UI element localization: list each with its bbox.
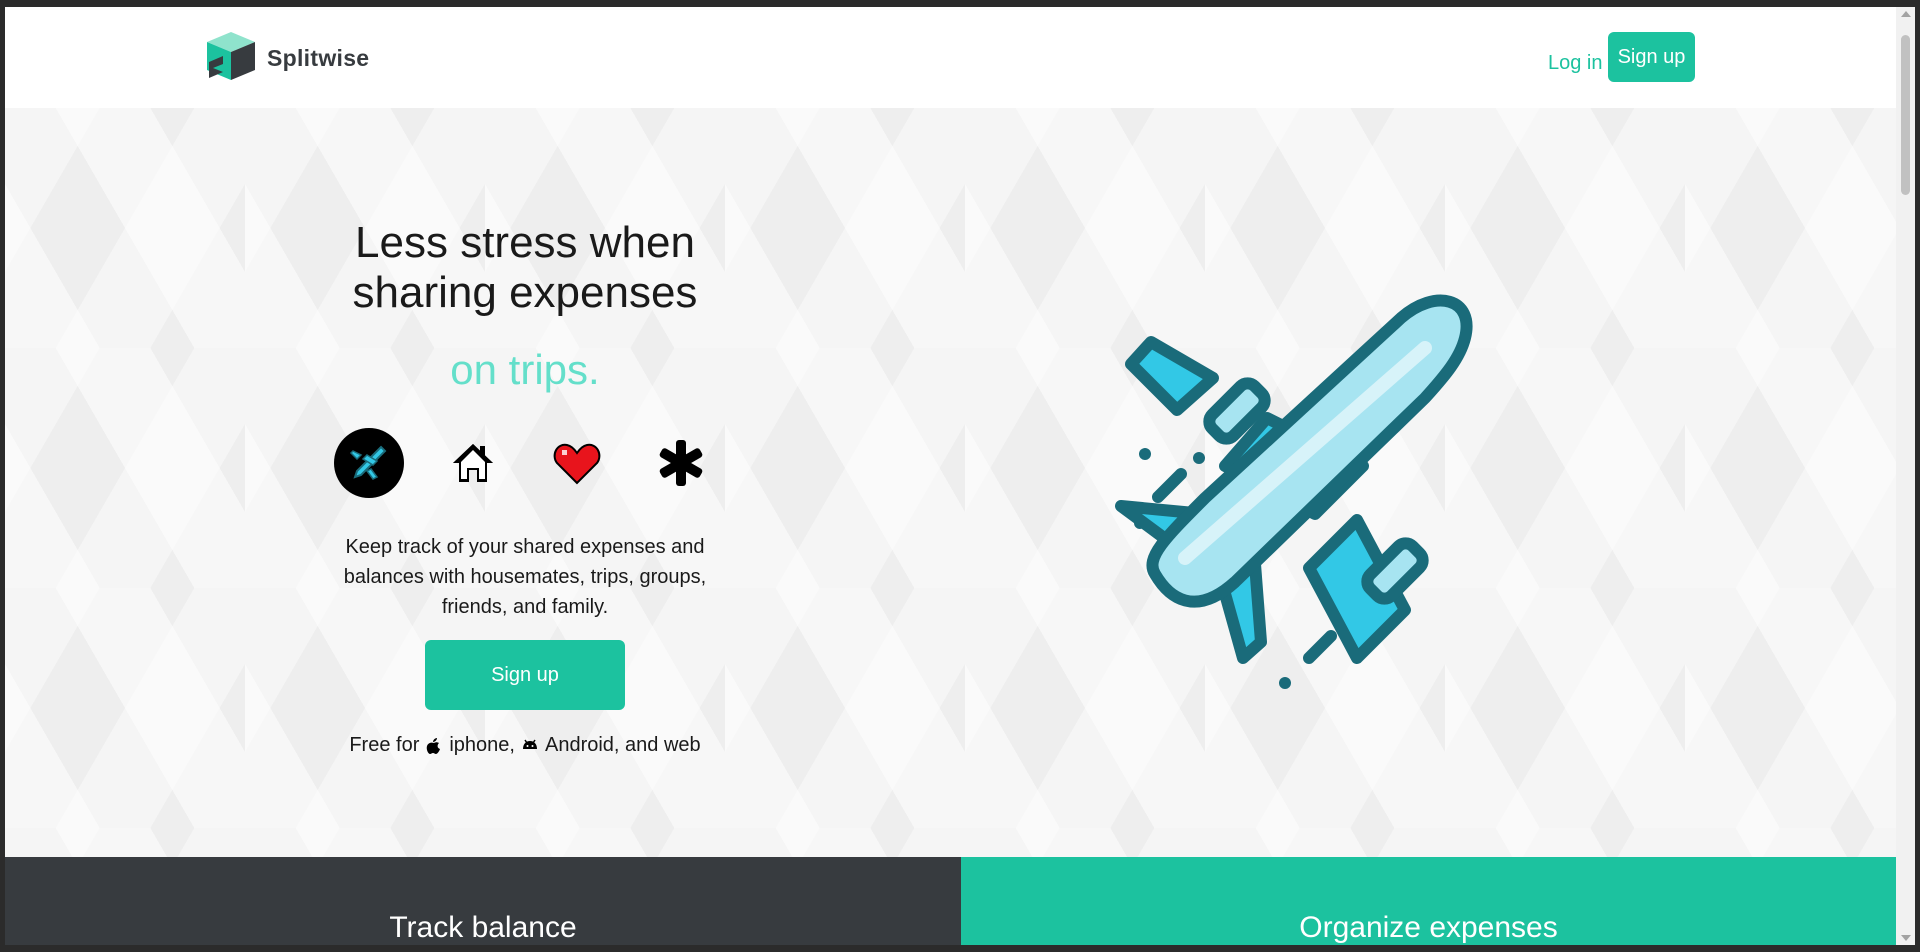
airplane-icon (349, 445, 387, 480)
logo[interactable]: Splitwise (203, 32, 369, 84)
hero-content: Less stress when sharing expenses on tri… (315, 108, 735, 757)
house-icon (453, 444, 493, 482)
heart-icon (553, 443, 601, 485)
header-signup-button[interactable]: Sign up (1608, 32, 1695, 82)
platforms-prefix: Free for (349, 734, 420, 756)
platform-iphone: iphone, (449, 734, 515, 756)
organize-expenses-title: Organize expenses (1299, 911, 1558, 944)
scroll-up-arrow-icon[interactable] (1901, 11, 1911, 17)
brand-name: Splitwise (267, 44, 370, 71)
hero-section: Less stress when sharing expenses on tri… (5, 108, 1896, 857)
splitwise-logo-icon (207, 32, 255, 80)
android-icon (522, 739, 537, 749)
organize-expenses-panel: Organize expenses (961, 857, 1896, 945)
apple-icon (427, 737, 441, 754)
platforms-line: Free for iphone, Android, and web (315, 734, 735, 757)
category-heart[interactable] (542, 428, 612, 498)
category-house[interactable] (438, 428, 508, 498)
hero-signup-button[interactable]: Sign up (425, 640, 625, 710)
airplane-illustration-icon (1115, 294, 1473, 689)
site-header: Splitwise Log in Sign up (5, 7, 1896, 108)
hero-headline: Less stress when sharing expenses (315, 218, 735, 318)
track-balance-title: Track balance (389, 911, 577, 944)
hero-illustration (1065, 258, 1525, 718)
login-link[interactable]: Log in (1548, 52, 1603, 75)
category-trips[interactable] (334, 428, 404, 498)
hero-description: Keep track of your shared expenses and b… (343, 536, 707, 618)
scroll-down-arrow-icon[interactable] (1901, 935, 1911, 941)
asterisk-icon (659, 440, 703, 486)
headline-line-1: Less stress when (355, 218, 695, 267)
category-asterisk[interactable] (646, 428, 716, 498)
headline-line-2: sharing expenses (352, 268, 698, 317)
platform-android: Android, and web (544, 734, 701, 756)
hero-tagline: on trips. (450, 346, 600, 393)
browser-viewport: Splitwise Log in Sign up Less stress whe… (5, 7, 1896, 945)
vertical-scrollbar[interactable] (1896, 7, 1915, 945)
scrollbar-thumb[interactable] (1901, 35, 1910, 195)
category-selector (315, 428, 735, 498)
track-balance-panel: Track balance (5, 857, 961, 945)
